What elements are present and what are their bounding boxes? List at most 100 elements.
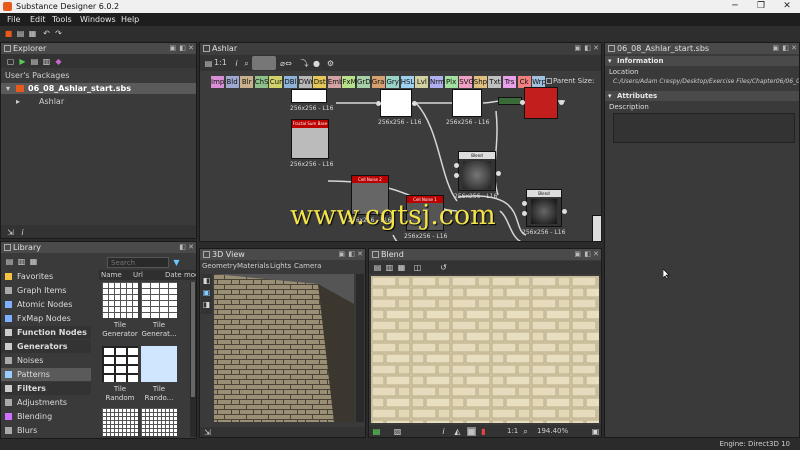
bookmark-icon[interactable]: ▦ (29, 257, 38, 266)
input-socket[interactable] (454, 173, 459, 178)
node-category-nrm[interactable]: Nrm (430, 76, 445, 88)
collapse-arrow-icon[interactable]: ▾ (608, 56, 612, 66)
panel-close-icon[interactable]: ✕ (188, 43, 194, 54)
tile-generator-2-thumbnail[interactable] (141, 282, 177, 318)
package-row[interactable]: ▾ 06_08_Ashlar_start.sbs (1, 83, 196, 94)
graph-node-value[interactable] (498, 97, 522, 105)
color-mode-icon[interactable]: ▤ (372, 427, 381, 436)
view-menu-icon[interactable]: ▤ (373, 263, 382, 272)
close-icon[interactable]: ✕ (774, 0, 800, 13)
panel-dock-icon[interactable]: ◧ (584, 249, 591, 260)
node-category-emb[interactable]: Emb (327, 76, 343, 88)
library-category-patterns[interactable]: Patterns (1, 368, 91, 381)
3d-viewport[interactable] (214, 274, 354, 422)
render-icon[interactable]: ◧ (202, 276, 211, 285)
attributes-section[interactable]: ▾ Attributes (605, 91, 799, 101)
output-socket[interactable] (562, 209, 567, 214)
explorer-settings-icon[interactable]: ⇲ (6, 228, 15, 237)
levels-icon[interactable]: ◭ (453, 427, 462, 436)
input-socket[interactable] (522, 211, 527, 216)
rgb-icon[interactable]: ▮ (479, 427, 488, 436)
column-url[interactable]: Url (133, 270, 143, 280)
add-icon[interactable]: ▤ (5, 257, 14, 266)
collapse-arrow-icon[interactable]: ▸ (16, 96, 20, 107)
node-category-svg[interactable]: SVG (459, 76, 474, 88)
library-category-filters[interactable]: Filters (1, 382, 91, 395)
node-category-cur[interactable]: Cur (269, 76, 283, 88)
library-category-atomic-nodes[interactable]: Atomic Nodes (1, 298, 91, 311)
history-icon[interactable]: ↺ (439, 263, 448, 272)
library-category-graph-items[interactable]: Graph Items (1, 284, 91, 297)
node-color-icon[interactable]: ● (312, 59, 321, 68)
menu-lights[interactable]: Lights (270, 261, 291, 272)
maximize-icon[interactable]: ❐ (748, 0, 774, 13)
menu-windows[interactable]: Windows (80, 15, 116, 24)
panel-float-icon[interactable]: ▣ (574, 249, 581, 260)
node-category-plx[interactable]: Plx (444, 76, 458, 88)
connection-wire[interactable] (415, 102, 458, 202)
node-category-imp[interactable]: Imp (211, 76, 224, 88)
library-search-input[interactable] (107, 257, 169, 268)
pattern-thumbnail[interactable] (102, 408, 138, 436)
graph-node-fractal-sum[interactable]: Fractal Sum Base (291, 119, 329, 159)
tile-random-2-thumbnail[interactable] (141, 346, 177, 382)
new-folder-icon[interactable]: ▥ (17, 257, 26, 266)
column-date[interactable]: Date mod (165, 270, 196, 280)
panel-close-icon[interactable]: ✕ (188, 242, 194, 253)
graph-node-output[interactable] (291, 89, 327, 103)
information-section[interactable]: ▾ Information (605, 56, 799, 66)
menu-materials[interactable]: Materials (237, 261, 269, 272)
open-icon[interactable]: ▤ (16, 29, 25, 38)
panel-dock-icon[interactable]: ◧ (179, 43, 186, 54)
output-socket[interactable] (412, 101, 417, 106)
node-category-gry[interactable]: Gry (386, 76, 400, 88)
node-category-gra[interactable]: Gra (371, 76, 385, 88)
redo-icon[interactable]: ↷ (54, 29, 63, 38)
zoom-icon[interactable]: ⌕ (521, 427, 530, 436)
ratio-label[interactable]: 1:1 (507, 425, 518, 437)
camera-icon[interactable]: ▣ (202, 288, 211, 297)
library-category-noises[interactable]: Noises (1, 354, 91, 367)
pattern-2-thumbnail[interactable] (141, 408, 177, 436)
2d-texture-viewport[interactable] (371, 276, 599, 423)
node-category-grd[interactable]: GrD (357, 76, 371, 88)
light-icon[interactable]: ◨ (202, 300, 211, 309)
node-category-chs[interactable]: ChS (254, 76, 269, 88)
graph-row[interactable]: ▸ Ashlar (1, 96, 196, 107)
panel-close-icon[interactable]: ✕ (593, 43, 599, 54)
panel-float-icon[interactable]: ▣ (338, 249, 345, 260)
input-socket[interactable] (520, 100, 525, 105)
panel-float-icon[interactable]: ▣ (772, 43, 779, 54)
node-category-blr[interactable]: Blr (240, 76, 254, 88)
menu-geometry[interactable]: Geometry (202, 261, 237, 272)
node-category-dst[interactable]: Dst (313, 76, 327, 88)
save-icon[interactable]: ▦ (28, 29, 37, 38)
node-category-shp[interactable]: Shp (473, 76, 487, 88)
grid-icon[interactable]: ▦ (397, 263, 406, 272)
graph-node-white-2[interactable] (452, 89, 482, 117)
graph-settings-icon[interactable]: ⚙ (326, 59, 335, 68)
library-scrollbar[interactable] (190, 282, 196, 437)
library-category-function-nodes[interactable]: Function Nodes (1, 326, 91, 339)
magnifier-icon[interactable]: ⌕ (242, 59, 251, 68)
tile-random-thumbnail[interactable] (102, 346, 138, 382)
new-icon[interactable]: ▢ (6, 57, 15, 66)
tile-generator-thumbnail[interactable] (102, 282, 138, 318)
node-category-lvl[interactable]: Lvl (415, 76, 429, 88)
panel-float-icon[interactable]: ▣ (574, 43, 581, 54)
save-icon[interactable]: ▥ (42, 57, 51, 66)
menu-file[interactable]: File (7, 15, 20, 24)
histogram-icon[interactable]: ▧ (393, 427, 402, 436)
new-package-icon[interactable]: ■ (4, 29, 13, 38)
panel-close-icon[interactable]: ✕ (357, 249, 363, 260)
menu-edit[interactable]: Edit (30, 15, 46, 24)
minimize-icon[interactable]: ─ (722, 0, 748, 13)
graph-node-color[interactable] (524, 87, 558, 119)
library-category-adjustments[interactable]: Adjustments (1, 396, 91, 409)
output-socket[interactable] (559, 100, 564, 105)
description-textarea[interactable] (613, 113, 795, 143)
expand-arrow-icon[interactable]: ▾ (6, 83, 10, 94)
node-category-fxm[interactable]: FxM (342, 76, 357, 88)
undo-icon[interactable]: ↶ (42, 29, 51, 38)
channel-icon[interactable]: ◫ (413, 263, 422, 272)
